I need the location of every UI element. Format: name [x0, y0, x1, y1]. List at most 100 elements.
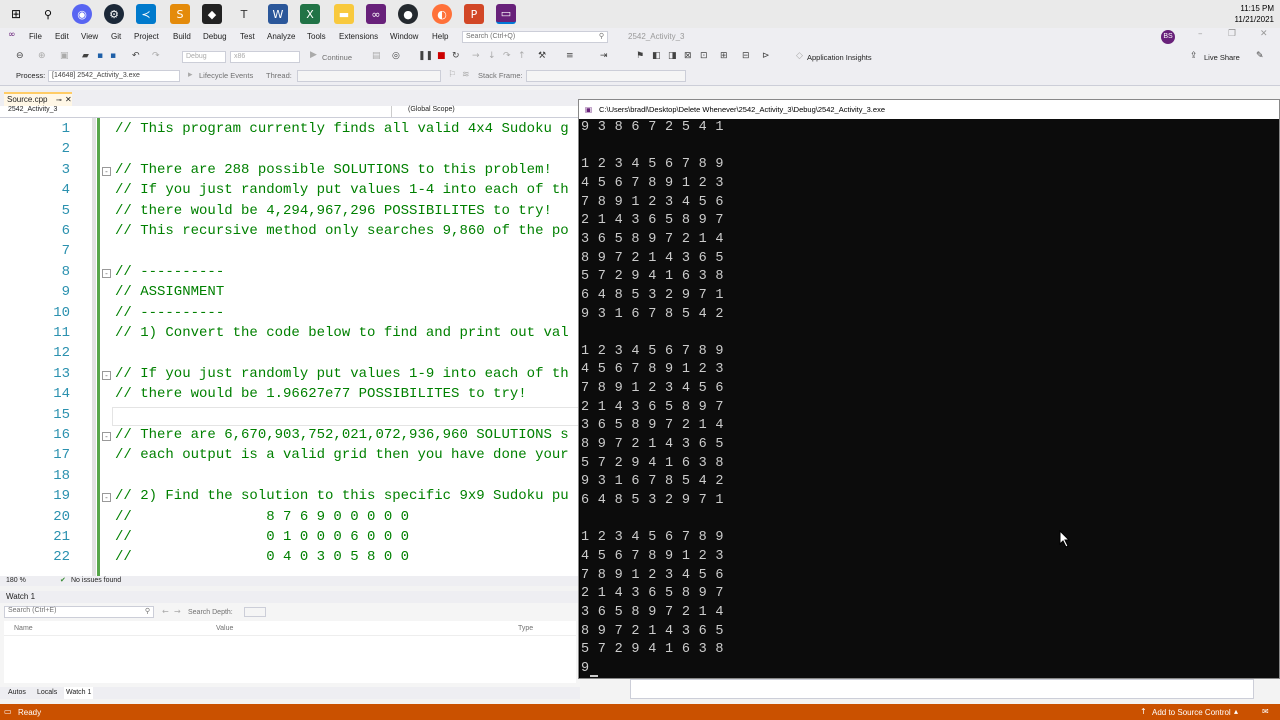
forward-icon[interactable]: ⊕: [38, 51, 46, 61]
attach-icon[interactable]: ▤: [372, 51, 381, 61]
indent-icon[interactable]: ⇥: [600, 51, 608, 61]
menu-build[interactable]: Build: [173, 32, 191, 41]
code-line[interactable]: // There are 6,670,903,752,021,072,936,9…: [115, 427, 569, 443]
menu-file[interactable]: File: [29, 32, 42, 41]
console-output[interactable]: 9 3 8 6 7 2 5 4 1 1 2 3 4 5 6 7 8 9 4 5 6 …: [580, 119, 1279, 678]
watch-search-input[interactable]: Search (Ctrl+E) ⚲: [4, 606, 154, 618]
extra-icon[interactable]: ⊳: [762, 51, 770, 61]
tab-watch-1[interactable]: Watch 1: [64, 687, 94, 699]
code-line[interactable]: // This program currently finds all vali…: [115, 121, 569, 137]
hot-reload-icon[interactable]: ◎: [392, 51, 400, 61]
show-next-statement-icon[interactable]: →: [472, 51, 480, 61]
notifications-icon[interactable]: ✉: [1262, 707, 1269, 716]
collapse-region-icon[interactable]: -: [102, 432, 111, 441]
close-icon[interactable]: ✕: [1260, 29, 1268, 39]
app-insights-button[interactable]: Application Insights: [807, 53, 872, 62]
search-forward-icon[interactable]: →: [174, 607, 181, 616]
console-window[interactable]: ▣ C:\Users\bradl\Desktop\Delete Whenever…: [578, 99, 1280, 679]
code-editor[interactable]: 1 // This program currently finds all val…: [0, 118, 580, 576]
restore-icon[interactable]: ❐: [1228, 29, 1236, 39]
bookmark-icon[interactable]: ⚑: [636, 51, 644, 61]
code-line[interactable]: // If you just randomly put values 1-4 i…: [115, 182, 569, 198]
user-avatar[interactable]: BS: [1161, 30, 1175, 44]
collapse-region-icon[interactable]: -: [102, 370, 111, 380]
menu-test[interactable]: Test: [240, 32, 255, 41]
step-into-icon[interactable]: ↓: [488, 51, 496, 61]
code-line[interactable]: // ASSIGNMENT: [115, 284, 224, 300]
code-line[interactable]: // 1) Convert the code below to find and…: [115, 325, 569, 341]
project-scope-dropdown[interactable]: 2542_Activity_3: [4, 106, 392, 117]
menu-view[interactable]: View: [81, 32, 98, 41]
steam-icon[interactable]: ⚙: [104, 4, 124, 24]
find-icon[interactable]: ⊡: [700, 51, 708, 61]
excel-icon[interactable]: X: [300, 4, 320, 24]
continue-button[interactable]: Continue: [322, 53, 352, 62]
redo-icon[interactable]: ↷: [152, 51, 160, 61]
prev-bookmark-icon[interactable]: ◧: [652, 51, 661, 61]
search-box[interactable]: Search (Ctrl+Q) ⚲: [462, 31, 608, 43]
code-line[interactable]: // There are 288 possible SOLUTIONS to t…: [115, 162, 552, 178]
code-line[interactable]: // 2) Find the solution to this specific…: [115, 488, 569, 504]
search-icon[interactable]: ⚲: [38, 4, 58, 24]
break-all-icon[interactable]: ❚❚: [418, 51, 433, 61]
system-clock[interactable]: 11:15 PM 11/21/2021: [1235, 3, 1274, 25]
powerpoint-icon[interactable]: P: [464, 4, 484, 24]
misc-icon[interactable]: ⊞: [720, 51, 728, 61]
threads-icon[interactable]: ≋: [462, 70, 470, 80]
menu-help[interactable]: Help: [432, 32, 448, 41]
code-line[interactable]: // there would be 1.96627e77 POSSIBILITE…: [115, 386, 527, 402]
code-line[interactable]: // each output is a valid grid then you …: [115, 447, 569, 463]
menu-git[interactable]: Git: [111, 32, 121, 41]
visual-studio-active-icon[interactable]: ▭: [496, 4, 516, 24]
code-line[interactable]: // 0 4 0 3 0 5 8 0 0: [115, 549, 409, 565]
menu-edit[interactable]: Edit: [55, 32, 69, 41]
menu-debug[interactable]: Debug: [203, 32, 227, 41]
restart-icon[interactable]: ↻: [452, 51, 460, 61]
new-project-icon[interactable]: ▣: [60, 51, 69, 61]
lifecycle-events-button[interactable]: Lifecycle Events: [199, 71, 253, 80]
visual-studio-icon[interactable]: ∞: [366, 4, 386, 24]
clear-bookmarks-icon[interactable]: ⊠: [684, 51, 692, 61]
code-line[interactable]: // there would be 4,294,967,296 POSSIBIL…: [115, 203, 552, 219]
search-depth-dropdown[interactable]: [244, 607, 266, 617]
close-tab-icon[interactable]: ✕: [65, 94, 72, 105]
menu-analyze[interactable]: Analyze: [267, 32, 295, 41]
pin-icon[interactable]: ⊸: [56, 95, 62, 106]
code-line[interactable]: // ----------: [115, 264, 224, 280]
stop-icon[interactable]: ■: [437, 51, 446, 61]
unity-icon[interactable]: ◆: [202, 4, 222, 24]
step-out-icon[interactable]: ↑: [518, 51, 526, 61]
tool-icon[interactable]: ⊟: [742, 51, 750, 61]
feedback-icon[interactable]: ✎: [1256, 51, 1264, 61]
tab-locals[interactable]: Locals: [37, 689, 57, 696]
code-line[interactable]: // This recursive method only searches 9…: [115, 223, 569, 239]
firefox-icon[interactable]: ◐: [432, 4, 452, 24]
collapse-region-icon[interactable]: -: [102, 493, 111, 503]
stack-frame-dropdown[interactable]: [526, 70, 686, 82]
comment-icon[interactable]: ≡: [566, 51, 574, 61]
flag-icon[interactable]: ⚐: [448, 70, 456, 80]
visual-studio-code-icon[interactable]: ≺: [136, 4, 156, 24]
save-icon[interactable]: ▪: [97, 51, 103, 61]
tex-icon[interactable]: T: [234, 4, 254, 24]
code-line[interactable]: // ----------: [115, 305, 224, 321]
platform-dropdown[interactable]: x86: [230, 51, 300, 63]
issues-status[interactable]: No issues found: [71, 577, 121, 584]
menu-window[interactable]: Window: [390, 32, 418, 41]
code-line[interactable]: // If you just randomly put values 1-9 i…: [115, 366, 569, 382]
collapse-region-icon[interactable]: -: [102, 166, 111, 176]
windows-start-icon[interactable]: ⊞: [6, 4, 26, 24]
console-title-bar[interactable]: ▣ C:\Users\bradl\Desktop\Delete Whenever…: [579, 100, 1279, 119]
thread-dropdown[interactable]: [297, 70, 441, 82]
minimize-icon[interactable]: –: [1198, 29, 1203, 39]
process-dropdown[interactable]: [14648] 2542_Activity_3.exe: [48, 70, 180, 82]
menu-project[interactable]: Project: [134, 32, 159, 41]
tools-icon[interactable]: ⚒: [538, 51, 546, 61]
next-bookmark-icon[interactable]: ◨: [668, 51, 677, 61]
save-all-icon[interactable]: ▪: [110, 51, 116, 61]
search-back-icon[interactable]: ←: [162, 607, 169, 616]
menu-tools[interactable]: Tools: [307, 32, 326, 41]
github-icon[interactable]: ●: [398, 4, 418, 24]
discord-icon[interactable]: ◉: [72, 4, 92, 24]
live-share-button[interactable]: Live Share: [1204, 53, 1240, 62]
